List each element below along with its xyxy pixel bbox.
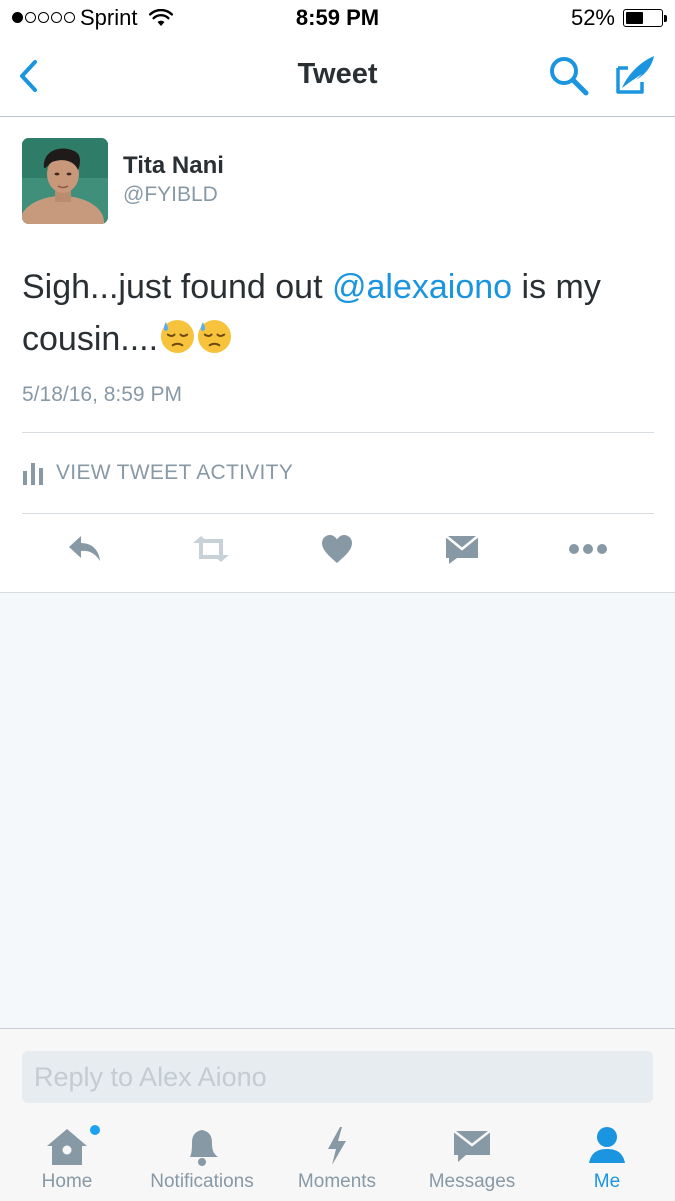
battery-nub xyxy=(664,15,667,22)
empty-replies-area xyxy=(0,593,675,1028)
view-tweet-activity-button[interactable]: VIEW TWEET ACTIVITY xyxy=(22,457,293,489)
retweet-icon xyxy=(193,536,229,562)
avatar[interactable] xyxy=(22,138,108,224)
status-bar: Sprint 8:59 PM 52% xyxy=(0,0,675,38)
reply-input[interactable] xyxy=(22,1051,653,1103)
tab-label: Messages xyxy=(428,1171,516,1192)
view-tweet-activity-label: VIEW TWEET ACTIVITY xyxy=(56,461,294,484)
tab-label: Moments xyxy=(297,1171,377,1192)
person-icon xyxy=(589,1127,625,1163)
downcast-face-with-sweat-emoji xyxy=(198,319,232,354)
tab-label: Me xyxy=(593,1171,621,1192)
search-icon xyxy=(550,57,589,96)
divider xyxy=(22,513,654,514)
tab-messages[interactable]: Messages xyxy=(407,1125,537,1197)
battery-percent: 52% xyxy=(570,5,615,30)
more-icon xyxy=(569,544,607,554)
tab-label: Notifications xyxy=(150,1171,254,1192)
nav-bar: Tweet xyxy=(0,38,675,117)
reply-icon xyxy=(69,536,100,561)
author-name[interactable]: Tita Nani xyxy=(123,152,224,180)
tab-moments[interactable]: Moments xyxy=(272,1125,402,1197)
author-handle[interactable]: @FYIBLD xyxy=(123,183,218,207)
heart-icon xyxy=(322,535,352,563)
compose-icon xyxy=(616,56,654,94)
tab-label: Home xyxy=(41,1171,93,1192)
envelope-icon xyxy=(445,535,479,564)
tweet-text-before: Sigh...just found out xyxy=(22,268,332,306)
bottom-bar: Home Notifications Moments Messages xyxy=(0,1028,675,1201)
like-button[interactable] xyxy=(315,527,359,571)
divider xyxy=(22,432,654,433)
tab-notifications[interactable]: Notifications xyxy=(137,1125,267,1197)
bar-chart-icon xyxy=(23,463,43,485)
direct-message-button[interactable] xyxy=(440,527,484,571)
notification-badge xyxy=(90,1125,100,1135)
lightning-icon xyxy=(328,1127,346,1165)
home-icon xyxy=(47,1129,87,1165)
mention-link[interactable]: @alexaiono xyxy=(332,268,512,306)
avatar-image xyxy=(22,138,108,224)
tweet-timestamp: 5/18/16, 8:59 PM xyxy=(22,383,182,406)
envelope-icon xyxy=(453,1130,491,1162)
tweet-card: Tita Nani @FYIBLD Sigh...just found out … xyxy=(0,117,675,593)
tweet-text: Sigh...just found out @alexaiono is my c… xyxy=(22,261,652,365)
tab-me[interactable]: Me xyxy=(542,1125,672,1197)
bell-icon xyxy=(190,1130,218,1166)
tab-home[interactable]: Home xyxy=(2,1125,132,1197)
search-button[interactable] xyxy=(547,54,591,98)
battery-icon xyxy=(623,9,663,27)
more-button[interactable] xyxy=(566,527,610,571)
compose-button[interactable] xyxy=(612,52,658,98)
downcast-face-with-sweat-emoji xyxy=(161,319,195,354)
retweet-button[interactable] xyxy=(189,527,233,571)
reply-button[interactable] xyxy=(63,527,107,571)
